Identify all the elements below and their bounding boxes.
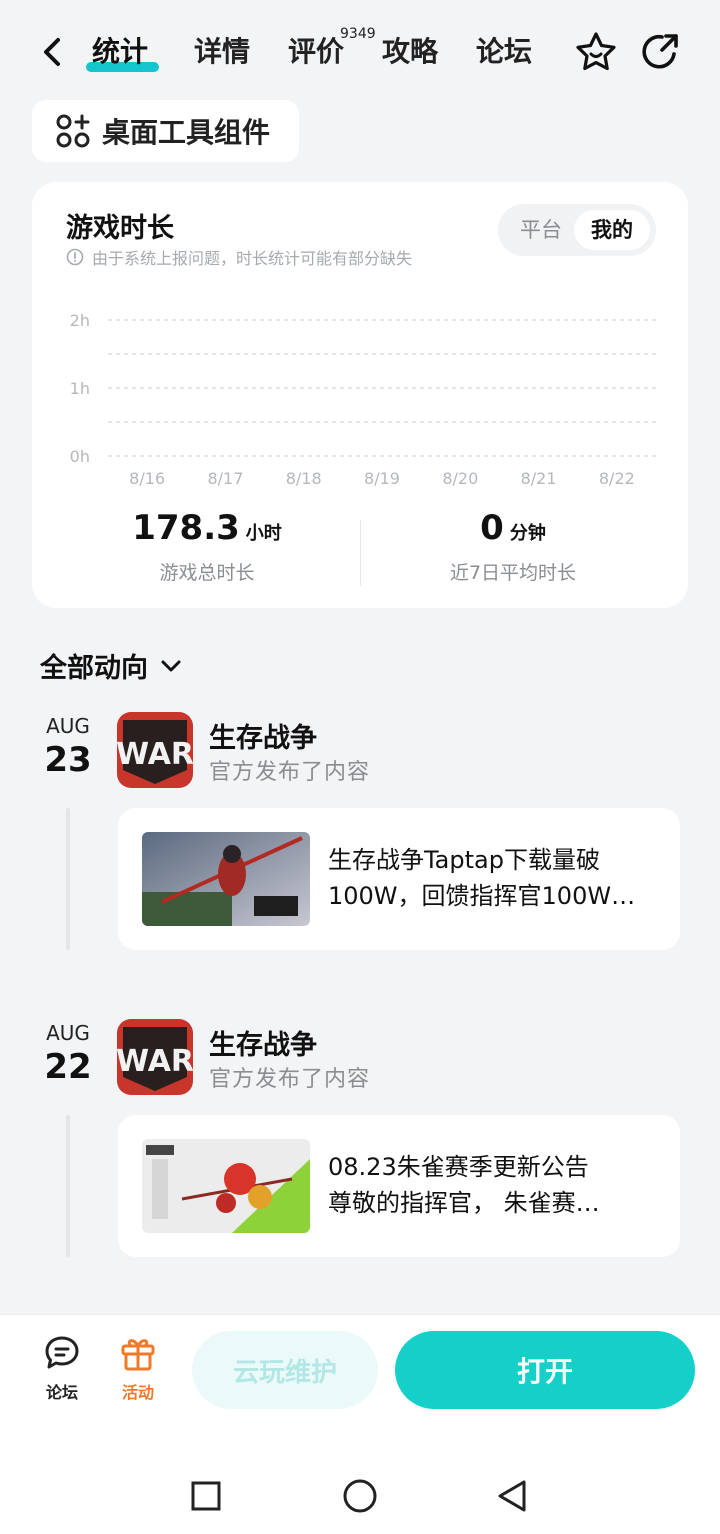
- chart-y-tick: 0h: [70, 447, 90, 466]
- total-value: 178.3: [132, 508, 240, 548]
- date-month: AUG: [46, 1021, 90, 1045]
- post-text: 08.23朱雀赛季更新公告 尊敬的指挥官， 朱雀赛…: [328, 1149, 658, 1221]
- timeline-line: [66, 1115, 70, 1257]
- date-month: AUG: [46, 714, 90, 738]
- average-unit: 分钟: [509, 523, 546, 544]
- app-name[interactable]: 生存战争: [209, 1023, 317, 1062]
- gift-icon: [121, 1339, 155, 1371]
- post-thumbnail: [142, 832, 310, 926]
- post-line-1: 08.23朱雀赛季更新公告: [328, 1153, 589, 1181]
- chat-bubble-icon: [45, 1336, 79, 1369]
- app-name[interactable]: 生存战争: [209, 716, 317, 755]
- average-value: 0: [480, 508, 504, 548]
- back-arrow-icon[interactable]: [36, 32, 70, 72]
- playtime-card: 游戏时长 由于系统上报问题，时长统计可能有部分缺失 平台 我的 2h 1h 0h 8/…: [32, 182, 688, 608]
- post-card[interactable]: 08.23朱雀赛季更新公告 尊敬的指挥官， 朱雀赛…: [118, 1115, 680, 1257]
- tab-reviews[interactable]: 评价: [288, 32, 344, 72]
- war-app-icon[interactable]: WAR: [117, 1019, 193, 1095]
- widget-grid-icon: [56, 114, 90, 148]
- stat-divider: [360, 520, 361, 586]
- post-line-2: 尊敬的指挥官， 朱雀赛…: [328, 1189, 600, 1217]
- total-label: 游戏总时长: [159, 562, 255, 584]
- post-thumbnail: [142, 1139, 310, 1233]
- back-triangle-icon[interactable]: [490, 1474, 534, 1518]
- chart-x-tick: 8/19: [364, 469, 400, 488]
- top-nav: 统计 详情 评价 9349 攻略 论坛: [0, 0, 720, 100]
- feed-header-label: 全部动向: [40, 653, 148, 684]
- app-subtitle: 官方发布了内容: [209, 1067, 371, 1092]
- toggle-platform[interactable]: 平台: [504, 210, 578, 250]
- total-unit: 小时: [245, 523, 282, 544]
- chart-y-tick: 2h: [70, 311, 90, 330]
- post-card[interactable]: 生存战争Taptap下载量破 100W，回馈指挥官100W…: [118, 808, 680, 950]
- forum-button[interactable]: 论坛: [32, 1333, 92, 1403]
- chart-x-tick: 8/22: [599, 469, 635, 488]
- open-button[interactable]: 打开: [395, 1331, 695, 1409]
- tab-guides[interactable]: 攻略: [382, 32, 438, 72]
- card-note: 由于系统上报问题，时长统计可能有部分缺失: [66, 245, 412, 269]
- cloud-play-button[interactable]: 云玩维护: [192, 1331, 378, 1409]
- events-button[interactable]: 活动: [108, 1333, 168, 1403]
- review-count-badge: 9349: [340, 26, 376, 42]
- toggle-mine[interactable]: 我的: [574, 210, 650, 250]
- star-face-icon[interactable]: [574, 30, 618, 74]
- chart-x-tick: 8/21: [521, 469, 557, 488]
- date-day: 23: [44, 740, 92, 780]
- chart-x-tick: 8/18: [286, 469, 322, 488]
- tab-forum[interactable]: 论坛: [476, 32, 532, 72]
- recent-apps-icon[interactable]: [184, 1474, 228, 1518]
- info-icon: [66, 248, 84, 266]
- chart-x-tick: 8/17: [207, 469, 243, 488]
- post-line-2: 100W，回馈指挥官100W…: [328, 882, 636, 910]
- source-toggle: 平台 我的: [498, 204, 656, 256]
- timeline-line: [66, 808, 70, 950]
- playtime-chart: 2h 1h 0h 8/16 8/17 8/18 8/19 8/20 8/21 8/22: [70, 311, 656, 488]
- average-label: 近7日平均时长: [449, 562, 577, 584]
- war-app-icon[interactable]: WAR: [117, 712, 193, 788]
- events-label: 活动: [121, 1383, 154, 1402]
- post-line-1: 生存战争Taptap下载量破: [328, 846, 600, 874]
- feed-filter-dropdown[interactable]: 全部动向: [40, 646, 184, 685]
- date-day: 22: [44, 1047, 92, 1087]
- card-title: 游戏时长: [66, 213, 174, 244]
- total-stat: 178.3 小时 游戏总时长: [102, 508, 312, 585]
- tab-details[interactable]: 详情: [194, 32, 250, 72]
- chart-x-tick: 8/20: [442, 469, 478, 488]
- app-subtitle: 官方发布了内容: [209, 760, 371, 785]
- post-text: 生存战争Taptap下载量破 100W，回馈指挥官100W…: [328, 842, 658, 914]
- svg-text:WAR: WAR: [117, 1044, 193, 1079]
- desktop-widget-button[interactable]: 桌面工具组件: [32, 100, 299, 162]
- chart-y-tick: 1h: [70, 379, 90, 398]
- widget-label: 桌面工具组件: [102, 116, 271, 149]
- svg-text:WAR: WAR: [117, 737, 193, 772]
- card-note-text: 由于系统上报问题，时长统计可能有部分缺失: [92, 249, 413, 268]
- average-stat: 0 分钟 近7日平均时长: [408, 508, 618, 585]
- forum-label: 论坛: [45, 1383, 78, 1402]
- chart-x-tick: 8/16: [129, 469, 165, 488]
- tab-stats[interactable]: 统计: [92, 32, 148, 72]
- home-icon[interactable]: [338, 1474, 382, 1518]
- chevron-down-icon: [161, 660, 181, 671]
- share-icon[interactable]: [638, 30, 682, 74]
